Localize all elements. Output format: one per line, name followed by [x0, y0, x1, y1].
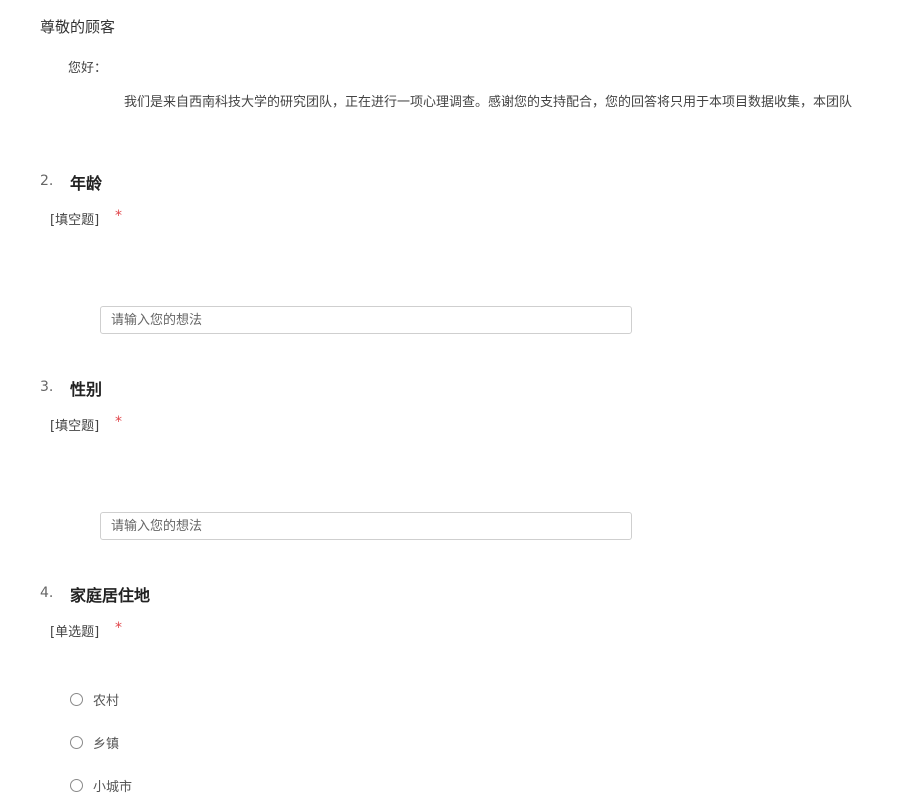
- question-number: 3.: [40, 379, 54, 395]
- radio-option-rural[interactable]: 农村: [70, 690, 119, 709]
- greeting-text: 尊敬的顾客: [40, 18, 116, 36]
- required-asterisk: *: [115, 208, 122, 224]
- question-number: 4.: [40, 585, 54, 601]
- question-title: 性别: [70, 380, 103, 399]
- required-asterisk: *: [115, 414, 122, 430]
- question-type-label: [填空题]: [50, 419, 100, 434]
- radio-button-icon[interactable]: [70, 736, 83, 749]
- required-asterisk: *: [115, 620, 122, 636]
- intro-paragraph: 我们是来自西南科技大学的研究团队，正在进行一项心理调查。感谢您的支持配合，您的回…: [124, 95, 853, 110]
- age-input[interactable]: [100, 306, 632, 334]
- question-type-label: [填空题]: [50, 213, 100, 228]
- radio-option-small-city[interactable]: 小城市: [70, 776, 132, 795]
- option-label: 乡镇: [93, 737, 120, 752]
- option-label: 农村: [93, 694, 120, 709]
- question-number: 2.: [40, 173, 54, 189]
- radio-button-icon[interactable]: [70, 693, 83, 706]
- radio-button-icon[interactable]: [70, 779, 83, 792]
- gender-input[interactable]: [100, 512, 632, 540]
- question-title: 年龄: [70, 174, 103, 193]
- hello-text: 您好：: [68, 61, 108, 76]
- option-label: 小城市: [93, 780, 133, 795]
- question-type-label: [单选题]: [50, 625, 100, 640]
- question-title: 家庭居住地: [70, 586, 151, 605]
- radio-option-township[interactable]: 乡镇: [70, 733, 119, 752]
